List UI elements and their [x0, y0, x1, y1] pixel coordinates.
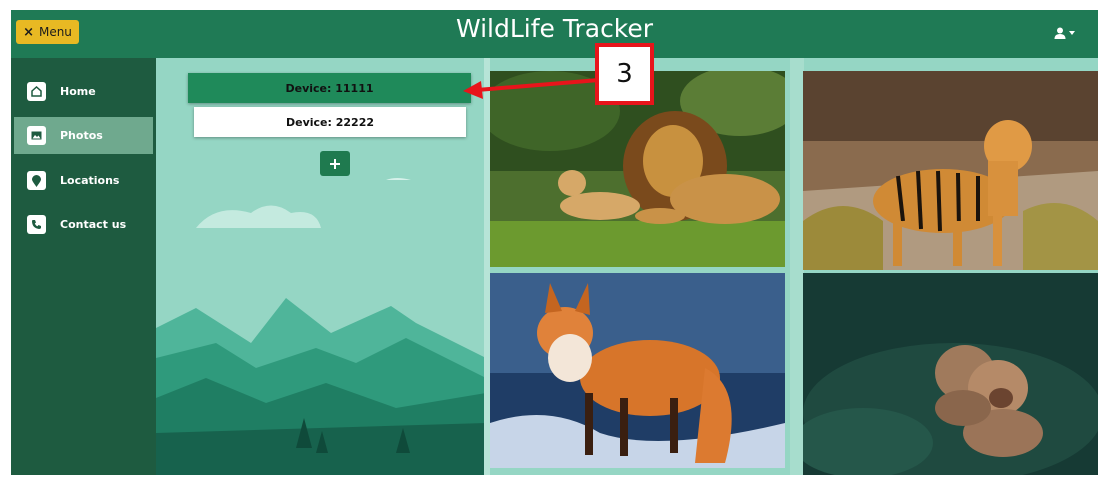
app-title: WildLife Tracker: [455, 14, 654, 43]
device-item-22222[interactable]: Device: 22222: [194, 107, 466, 137]
annotation-arrow: [463, 78, 600, 99]
photo-lionesses[interactable]: [803, 273, 1098, 475]
chevron-down-icon: [1069, 31, 1075, 35]
sidebar-item-locations[interactable]: Locations: [14, 162, 153, 199]
add-device-button[interactable]: [320, 151, 350, 176]
annotation-number: 3: [616, 59, 633, 89]
phone-icon: [27, 215, 46, 234]
device-item-11111[interactable]: Device: 11111: [188, 73, 471, 103]
app-window: × Menu WildLife Tracker Home Photos Loca…: [11, 10, 1098, 475]
plus-icon: [330, 158, 340, 169]
sidebar-item-label: Home: [60, 85, 96, 98]
user-icon: [1054, 27, 1066, 39]
photo-tiger[interactable]: [803, 71, 1098, 270]
sidebar-item-label: Photos: [60, 129, 103, 142]
device-label: Device: 22222: [285, 115, 374, 129]
sidebar-item-home[interactable]: Home: [14, 73, 153, 110]
sidebar-item-label: Locations: [60, 174, 120, 187]
sidebar-item-contact[interactable]: Contact us: [14, 206, 153, 243]
sidebar: Home Photos Locations Contact us: [11, 58, 156, 475]
image-icon: [27, 126, 46, 145]
sidebar-item-label: Contact us: [60, 218, 127, 231]
sidebar-item-photos[interactable]: Photos: [14, 117, 153, 154]
device-label: Device: 11111: [285, 81, 374, 95]
home-icon: [27, 82, 46, 101]
map-pin-icon: [27, 171, 46, 190]
top-bar: × Menu WildLife Tracker: [11, 10, 1098, 58]
photo-fox[interactable]: [490, 273, 785, 468]
annotation-callout: 3: [595, 43, 654, 105]
user-menu[interactable]: [1054, 24, 1076, 42]
